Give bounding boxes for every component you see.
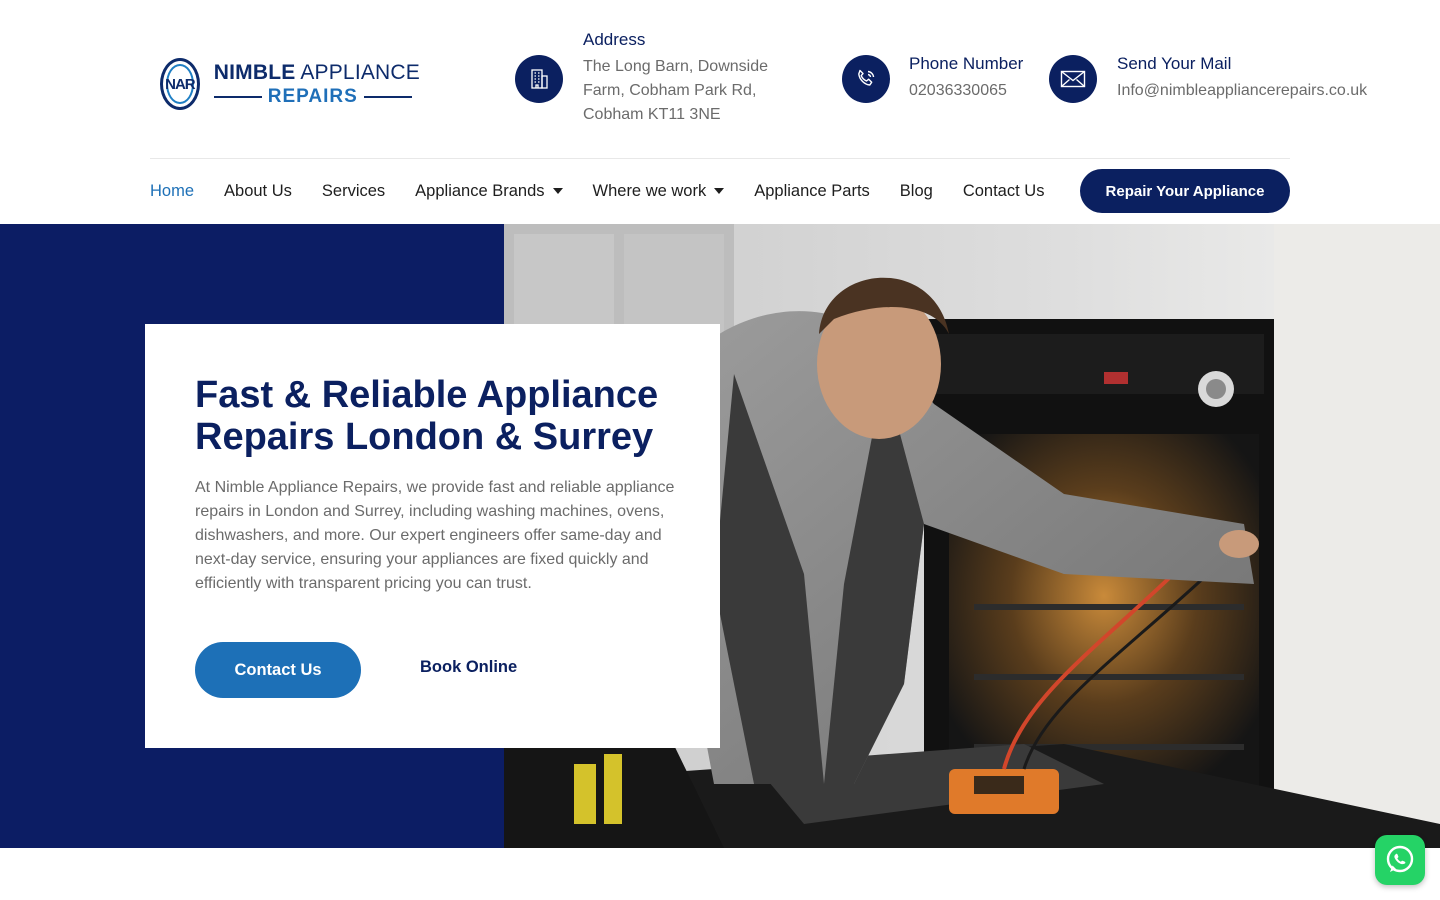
logo-name-bold: NIMBLE: [213, 60, 296, 84]
nav-item-blog[interactable]: Blog: [900, 182, 933, 201]
envelope-icon[interactable]: [1049, 55, 1097, 103]
book-online-link[interactable]: Book Online: [420, 658, 517, 677]
logo-name-sub: REPAIRS: [267, 85, 358, 107]
nav-item-label: Appliance Brands: [415, 181, 545, 200]
nav-item-appliance-brands[interactable]: Appliance Brands: [415, 181, 563, 201]
phone-title: Phone Number: [909, 54, 1024, 73]
address-line: The Long Barn, Downside: [583, 58, 768, 75]
logo-badge-text: NAR: [165, 75, 195, 93]
logo-rule-left: [213, 95, 262, 98]
logo-subline: REPAIRS: [213, 85, 420, 108]
nav-item-home[interactable]: Home: [150, 182, 194, 201]
logo-name: NIMBLE APPLIANCE: [214, 61, 420, 85]
address-line: Cobham KT11 3NE: [583, 106, 721, 123]
address-title: Address: [583, 30, 646, 49]
whatsapp-icon[interactable]: [1375, 835, 1425, 885]
logo-rule-right: [363, 95, 412, 98]
nav-item-label: Where we work: [592, 181, 707, 200]
address-text: The Long Barn, Downside Farm, Cobham Par…: [583, 55, 768, 127]
nav-item-where-we-work[interactable]: Where we work: [593, 182, 725, 201]
site-logo[interactable]: NAR NIMBLE APPLIANCE REPAIRS: [160, 56, 420, 112]
building-icon: [515, 55, 563, 103]
mail-address-link[interactable]: Info@nimbleappliancerepairs.co.uk: [1117, 79, 1367, 103]
hero-description: At Nimble Appliance Repairs, we provide …: [195, 479, 675, 592]
mail-title: Send Your Mail: [1117, 54, 1232, 73]
nav-item-contact-us[interactable]: Contact Us: [963, 182, 1045, 201]
logo-badge-icon: NAR: [160, 58, 200, 110]
nav-item-appliance-parts[interactable]: Appliance Parts: [754, 182, 870, 201]
chevron-down-icon: [552, 188, 563, 194]
chevron-down-icon: [714, 188, 725, 194]
header-divider: [150, 158, 1290, 159]
contact-us-button[interactable]: Contact Us: [195, 642, 361, 698]
hero-card: Fast & Reliable Appliance Repairs London…: [145, 324, 720, 748]
repair-your-appliance-button[interactable]: Repair Your Appliance: [1080, 169, 1290, 213]
phone-icon[interactable]: [842, 55, 890, 103]
main-nav: Home About Us Services Appliance Brands …: [150, 178, 1074, 204]
nav-item-about-us[interactable]: About Us: [224, 182, 292, 201]
hero-title: Fast & Reliable Appliance Repairs London…: [195, 374, 659, 458]
address-line: Farm, Cobham Park Rd,: [583, 82, 757, 99]
phone-number-link[interactable]: 02036330065: [909, 79, 1007, 103]
nav-item-services[interactable]: Services: [322, 182, 385, 201]
logo-name-rest: APPLIANCE: [295, 60, 420, 84]
logo-wordmark: NIMBLE APPLIANCE REPAIRS: [213, 61, 420, 108]
